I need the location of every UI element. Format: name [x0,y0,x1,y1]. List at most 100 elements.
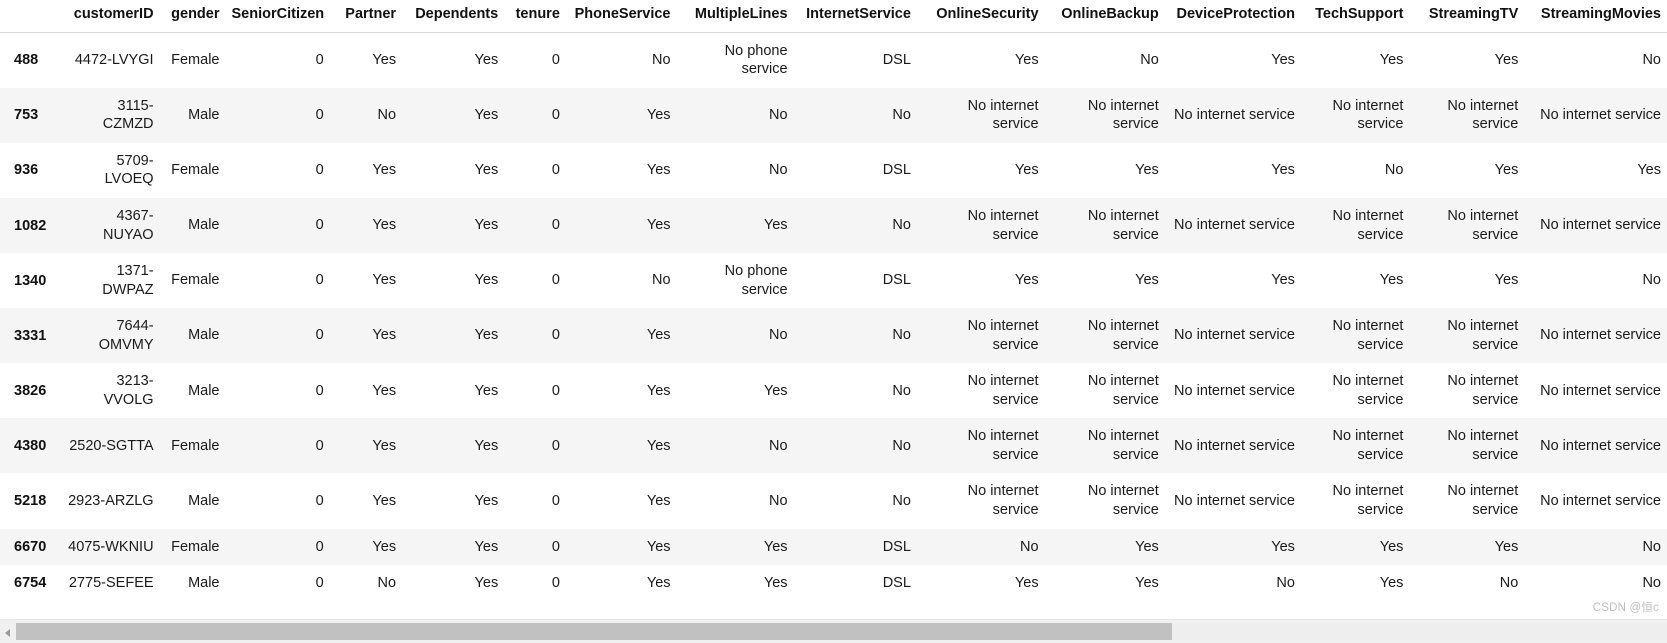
cell-StreamingMovies: No internet service [1540,437,1661,454]
column-header-StreamingTV[interactable]: StreamingTV [1409,0,1525,33]
column-header-PhoneService[interactable]: PhoneService [565,0,677,33]
column-header-tenure[interactable]: tenure [504,0,566,33]
cell-SeniorCitizen: 0 [315,382,324,399]
cell-SeniorCitizen: 0 [315,437,324,454]
row-index-cell: 3331 [14,327,47,344]
cell-MultipleLines: No phone service [724,263,788,298]
table-row[interactable]: 5218 2923-ARZLG Male 0 Yes Yes 0 Yes No No No inte… [0,473,1667,529]
table-row[interactable]: 1340 1371-DWPAZ Female 0 Yes Yes 0 No No phone s… [0,253,1667,309]
cell-OnlineBackup: Yes [1135,538,1159,555]
horizontal-scrollbar[interactable] [0,619,1667,643]
cell-InternetService: No [892,382,911,399]
column-header-SeniorCitizen[interactable]: SeniorCitizen [225,0,330,33]
table-row[interactable]: 6754 2775-SEFEE Male 0 No Yes 0 Yes Yes DSL Yes Yes… [0,565,1667,602]
horizontal-scroll-track[interactable] [16,623,1667,640]
horizontal-scroll-thumb[interactable] [16,623,1172,640]
cell-Partner: Yes [372,437,397,454]
row-index-cell: 753 [14,107,39,124]
cell-PhoneService: Yes [646,437,671,454]
table-body: 488 4472-LVYGI Female 0 Yes Yes 0 No No phone se… [0,32,1667,602]
column-header-StreamingMovies[interactable]: StreamingMovies [1524,0,1667,33]
cell-OnlineBackup: No internet service [1087,318,1159,353]
table-row[interactable]: 6670 4075-WKNIU Female 0 Yes Yes 0 Yes Yes DSL No Y… [0,528,1667,566]
column-header-customerID[interactable]: customerID [61,0,160,33]
column-header-Partner[interactable]: Partner [329,0,403,33]
cell-OnlineSecurity: No internet service [967,373,1039,408]
table-row[interactable]: 3826 3213-VVOLG Male 0 Yes Yes 0 Yes Yes No No int… [0,363,1667,419]
row-index-cell: 6754 [14,575,47,592]
cell-OnlineSecurity: No internet service [967,483,1039,518]
cell-gender: Female [171,272,220,289]
column-header-OnlineSecurity[interactable]: OnlineSecurity [916,0,1045,33]
cell-StreamingTV: Yes [1494,538,1519,555]
column-header-index[interactable] [0,0,62,33]
column-header-TechSupport[interactable]: TechSupport [1300,0,1410,33]
cell-Dependents: Yes [474,51,499,68]
cell-InternetService: DSL [882,162,911,179]
cell-gender: Male [188,492,220,509]
row-index-cell: 1340 [14,272,47,289]
cell-InternetService: DSL [882,538,911,555]
row-index-cell: 1082 [14,217,47,234]
column-header-gender[interactable]: gender [159,0,226,33]
column-header-DeviceProtection[interactable]: DeviceProtection [1164,0,1301,33]
cell-DeviceProtection: No [1276,575,1295,592]
cell-customerID: 1371-DWPAZ [102,263,154,298]
table-row[interactable]: 488 4472-LVYGI Female 0 Yes Yes 0 No No phone se… [0,32,1667,88]
cell-gender: Female [171,437,220,454]
cell-tenure: 0 [551,538,560,555]
cell-gender: Male [188,217,220,234]
dataframe-scroll-container[interactable]: customerID gender SeniorCitizen Partner … [0,0,1667,620]
row-index-cell: 6670 [14,538,47,555]
cell-Dependents: Yes [474,272,499,289]
cell-OnlineBackup: Yes [1135,575,1159,592]
cell-Dependents: Yes [474,575,499,592]
cell-SeniorCitizen: 0 [315,272,324,289]
cell-customerID: 3115-CZMZD [102,97,154,133]
cell-StreamingTV: No [1499,575,1519,592]
cell-DeviceProtection: No internet service [1174,107,1295,124]
table-row[interactable]: 4380 2520-SGTTA Female 0 Yes Yes 0 Yes No No No in… [0,418,1667,474]
table-row[interactable]: 936 5709-LVOEQ Female 0 Yes Yes 0 Yes No DSL Yes Ye… [0,142,1667,198]
cell-MultipleLines: No [768,162,788,179]
watermark-label: CSDN @恒c [1592,602,1659,614]
cell-TechSupport: Yes [1379,575,1404,592]
cell-StreamingTV: No internet service [1447,483,1519,518]
cell-PhoneService: No [651,272,671,289]
cell-TechSupport: No internet service [1332,207,1404,243]
cell-Dependents: Yes [474,107,499,124]
table-row[interactable]: 3331 7644-OMVMY Male 0 Yes Yes 0 Yes No No No inte… [0,308,1667,364]
column-header-OnlineBackup[interactable]: OnlineBackup [1044,0,1165,33]
cell-SeniorCitizen: 0 [315,492,324,509]
cell-Dependents: Yes [474,382,499,399]
cell-DeviceProtection: Yes [1271,51,1295,68]
cell-DeviceProtection: No internet service [1174,382,1295,399]
cell-Dependents: Yes [474,162,499,179]
cell-TechSupport: No internet service [1332,318,1404,353]
cell-OnlineBackup: No internet service [1087,373,1159,408]
cell-tenure: 0 [551,437,560,454]
row-index-cell: 5218 [14,492,47,509]
cell-customerID: 2923-ARZLG [68,492,154,509]
cell-OnlineBackup: No internet service [1087,207,1159,243]
cell-InternetService: DSL [882,272,911,289]
cell-SeniorCitizen: 0 [315,575,324,592]
cell-tenure: 0 [551,162,560,179]
scroll-left-arrow-icon[interactable] [0,620,16,643]
cell-customerID: 2775-SEFEE [68,575,154,592]
cell-StreamingTV: No internet service [1447,97,1519,133]
cell-MultipleLines: No [768,437,788,454]
dataframe-table: customerID gender SeniorCitizen Partner … [0,0,1667,602]
cell-gender: Female [171,162,220,179]
column-header-InternetService[interactable]: InternetService [793,0,917,33]
cell-OnlineBackup: Yes [1135,272,1159,289]
cell-Dependents: Yes [474,538,499,555]
table-row[interactable]: 753 3115-CZMZD Male 0 No Yes 0 Yes No No No intern… [0,87,1667,143]
cell-PhoneService: Yes [646,492,671,509]
column-header-MultipleLines[interactable]: MultipleLines [676,0,794,33]
column-header-Dependents[interactable]: Dependents [402,0,505,33]
table-row[interactable]: 1082 4367-NUYAO Male 0 Yes Yes 0 Yes Yes No No int… [0,197,1667,254]
cell-DeviceProtection: Yes [1271,538,1295,555]
cell-PhoneService: Yes [646,382,671,399]
cell-StreamingMovies: No internet service [1540,107,1661,124]
